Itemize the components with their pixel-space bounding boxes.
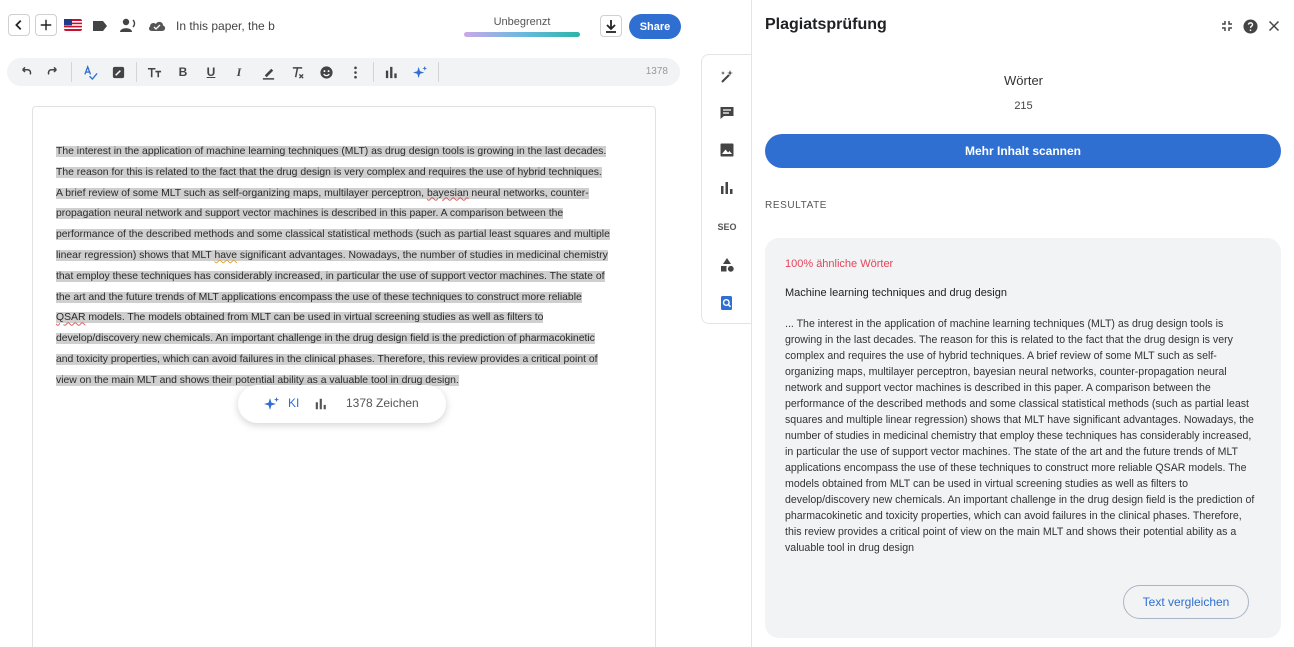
more-options-icon[interactable] (345, 62, 365, 82)
toolbar-divider (373, 62, 374, 82)
help-icon[interactable] (1242, 18, 1258, 34)
spelling-flag[interactable]: QSAR (56, 312, 85, 323)
new-document-button[interactable] (35, 14, 57, 36)
plagiarism-panel: Plagiatsprüfung Wörter 215 Mehr Inhalt s… (751, 0, 1294, 647)
toolbar-divider (71, 62, 72, 82)
document-title[interactable]: In this paper, the b (176, 19, 275, 33)
text-line: the art and the future trends of MLT app… (56, 291, 582, 303)
plagiarism-check-icon[interactable] (717, 293, 737, 313)
result-card: 100% ähnliche Wörter Machine learning te… (765, 238, 1281, 638)
text-line: linear regression) shows that MLT have s… (56, 249, 608, 261)
grammar-flag[interactable]: have (214, 250, 237, 261)
redo-icon[interactable] (43, 62, 63, 82)
spellcheck-icon[interactable] (80, 62, 100, 82)
text-line: performance of the described methods and… (56, 229, 610, 241)
clear-format-icon[interactable] (287, 62, 307, 82)
stats-icon[interactable] (314, 397, 328, 411)
tag-icon[interactable] (92, 18, 108, 34)
highlight-pen-icon[interactable] (258, 62, 278, 82)
document-editor[interactable]: The interest in the application of machi… (32, 106, 656, 647)
text-size-icon[interactable] (144, 62, 164, 82)
stats-icon[interactable] (717, 178, 737, 198)
comment-icon[interactable] (717, 103, 737, 123)
ai-sparkle-icon[interactable] (410, 62, 430, 82)
bold-icon[interactable]: B (173, 62, 193, 82)
format-toolbar: B U I 1378 (7, 58, 680, 86)
scan-more-button[interactable]: Mehr Inhalt scannen (765, 134, 1281, 168)
text-line: that employ these techniques has conside… (56, 270, 605, 282)
italic-icon[interactable]: I (229, 62, 249, 82)
back-button[interactable] (8, 14, 30, 36)
matched-excerpt: ... The interest in the application of m… (785, 318, 1255, 554)
spelling-flag[interactable]: bayesian (427, 188, 469, 199)
editor-text[interactable]: The interest in the application of machi… (56, 142, 631, 392)
text-line: propagation neural network and support v… (56, 208, 564, 220)
character-count: 1378 (645, 66, 668, 77)
download-icon[interactable] (600, 15, 622, 37)
ai-button[interactable]: KI (288, 396, 299, 410)
selection-char-count: 1378 Zeichen (346, 396, 419, 410)
compare-text-button[interactable]: Text vergleichen (1123, 585, 1249, 619)
language-flag-icon[interactable] (64, 18, 82, 32)
plan-label: Unbegrenzt (493, 16, 551, 28)
panel-title: Plagiatsprüfung (765, 16, 887, 33)
selection-toolbar: KI 1378 Zeichen (238, 385, 446, 423)
plan-progress-bar (464, 32, 580, 37)
plus-icon (40, 19, 52, 31)
chevron-left-icon (15, 20, 22, 30)
edit-note-icon[interactable] (108, 62, 128, 82)
word-count-value: 215 (1014, 100, 1033, 112)
collapse-icon[interactable] (1219, 18, 1235, 34)
ai-sparkle-icon[interactable] (264, 396, 280, 412)
close-icon[interactable] (1266, 18, 1282, 34)
text-line: develop/discovery new chemicals. An impo… (56, 333, 595, 345)
ai-writer-icon[interactable] (717, 67, 737, 87)
similarity-percentage: 100% ähnliche Wörter (785, 258, 894, 270)
underline-icon[interactable]: U (201, 62, 221, 82)
text-line: A brief review of some MLT such as self-… (56, 187, 589, 199)
text-line: and toxicity properties, which can avoid… (56, 353, 598, 365)
image-icon[interactable] (717, 140, 737, 160)
undo-icon[interactable] (15, 62, 35, 82)
word-count-label: Wörter (1004, 73, 1043, 88)
shapes-icon[interactable] (717, 255, 737, 275)
toolbar-divider (438, 62, 439, 82)
tool-rail: SEO (701, 54, 752, 324)
text-line: QSAR models. The models obtained from ML… (56, 312, 544, 324)
top-bar: In this paper, the b Unbegrenzt Share (0, 0, 700, 52)
text-line: The reason for this is related to the fa… (56, 166, 602, 178)
emoji-icon[interactable] (316, 62, 336, 82)
seo-tool[interactable]: SEO (717, 217, 737, 237)
source-title: Machine learning techniques and drug des… (785, 287, 1007, 299)
stats-icon[interactable] (381, 62, 401, 82)
cloud-sync-icon (148, 19, 166, 33)
text-line: The interest in the application of machi… (56, 146, 607, 157)
results-heading: RESULTATE (765, 200, 828, 211)
share-button[interactable]: Share (629, 14, 681, 39)
app-root: In this paper, the b Unbegrenzt Share B … (0, 0, 1294, 647)
voice-icon[interactable] (119, 17, 137, 33)
toolbar-divider (136, 62, 137, 82)
